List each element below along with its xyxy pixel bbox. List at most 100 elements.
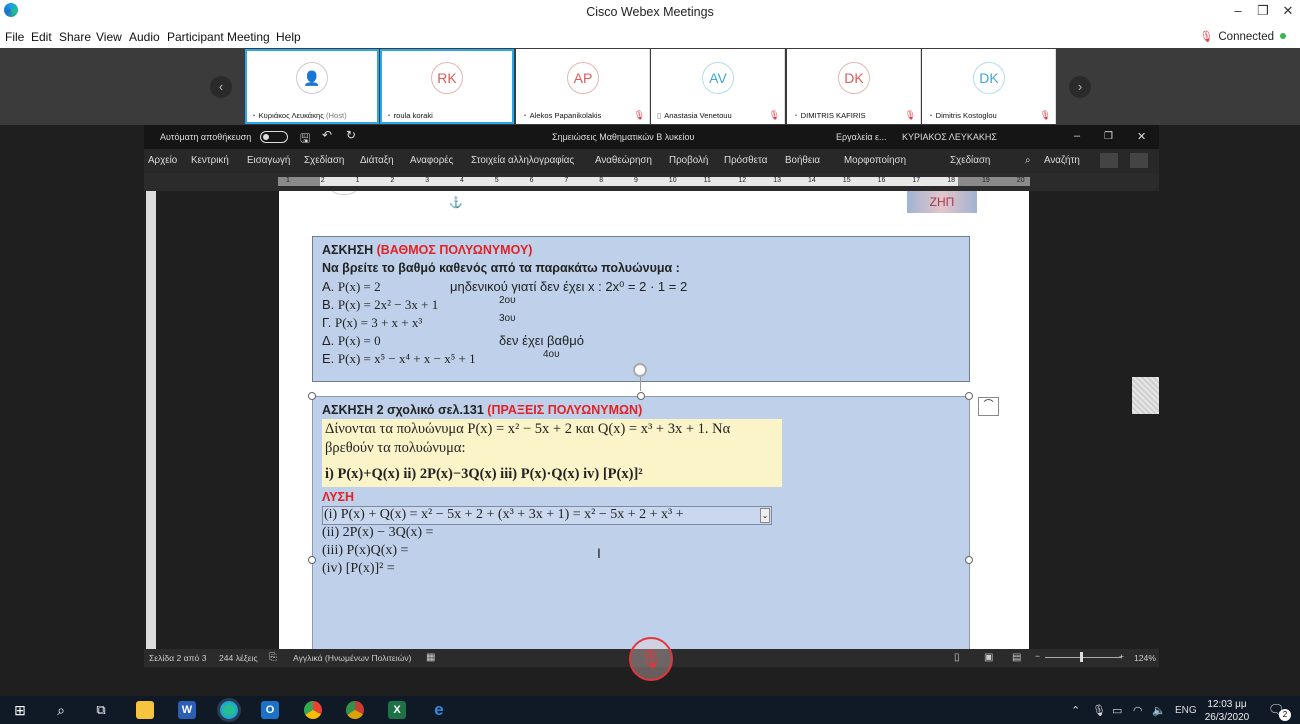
search-label[interactable]: Αναζήτη xyxy=(1044,155,1080,166)
participant-tile[interactable]: DK ◔ Dimitris Kostoglou 🎙 xyxy=(922,49,1056,124)
list-item: Α. P(x) = 2 μηδενικού γιατί δεν έχει x : … xyxy=(322,279,688,294)
participant-tile[interactable]: DK ◔ DIMITRIS KAFIRIS 🎙 xyxy=(787,49,921,124)
close-icon[interactable]: ✕ xyxy=(1137,130,1146,143)
tab-home[interactable]: Κεντρική xyxy=(191,155,229,166)
menu-share[interactable]: Share xyxy=(59,30,91,44)
tab-format[interactable]: Μορφοποίηση xyxy=(844,155,906,166)
excel-app-icon[interactable]: X xyxy=(388,701,406,719)
tab-help[interactable]: Βοήθεια xyxy=(785,155,820,166)
undo-icon[interactable]: ↶ xyxy=(322,128,332,142)
print-layout-icon[interactable]: ▣ xyxy=(984,652,993,663)
menu-audio[interactable]: Audio xyxy=(129,30,160,44)
menu-help[interactable]: Help xyxy=(276,30,301,44)
language-indicator[interactable]: Αγγλικά (Ηνωμένων Πολιτειών) xyxy=(293,653,412,663)
comments-icon[interactable] xyxy=(1130,153,1148,168)
menu-view[interactable]: View xyxy=(96,30,122,44)
macro-icon[interactable]: ▦ xyxy=(426,652,435,663)
tasks-line: i) P(x)+Q(x) ii) 2P(x)−3Q(x) iii) P(x)·Q… xyxy=(325,466,643,482)
search-icon[interactable]: ⌕ xyxy=(1025,155,1031,166)
file-explorer-icon[interactable] xyxy=(136,701,154,719)
solution-line-1[interactable]: (i) P(x) + Q(x) = x² − 5x + 2 + (x³ + 3x… xyxy=(324,507,684,523)
read-mode-icon[interactable]: ▯ xyxy=(954,652,960,663)
close-icon[interactable]: ✕ xyxy=(1278,3,1298,19)
outlook-app-icon[interactable]: O xyxy=(261,701,279,719)
participant-tile[interactable]: RK ◔ roula koraki xyxy=(380,49,514,124)
tab-mailings[interactable]: Στοιχεία αλληλογραφίας xyxy=(471,155,574,166)
language-indicator[interactable]: ENG xyxy=(1175,705,1197,716)
wifi-icon[interactable]: ◠ xyxy=(1133,704,1143,717)
connection-status[interactable]: 🎙 Connected xyxy=(1199,30,1286,43)
tab-design[interactable]: Σχεδίαση xyxy=(304,155,344,166)
tab-insert[interactable]: Εισαγωγή xyxy=(247,155,290,166)
exercise2-box[interactable]: ΑΣΚΗΣΗ 2 σχολικό σελ.131 (ΠΡΑΞΕΙΣ ΠΟΛΥΩΝ… xyxy=(312,396,970,649)
layout-options-icon[interactable]: ⌒ xyxy=(978,397,999,416)
menu-participant[interactable]: Participant xyxy=(167,30,224,44)
prev-participants-button[interactable]: ‹ xyxy=(210,76,232,98)
participant-tile[interactable]: AV ▯ Anastasia Venetouu 🎙 xyxy=(651,49,785,124)
tab-addins[interactable]: Πρόσθετα xyxy=(724,155,767,166)
vertical-ruler[interactable] xyxy=(146,191,156,649)
windows-start-icon[interactable]: ⊞ xyxy=(11,701,29,719)
word-count[interactable]: 244 λέξεις xyxy=(219,653,258,663)
menu-file[interactable]: File xyxy=(5,30,24,44)
restore-icon[interactable]: ❐ xyxy=(1104,131,1113,142)
tools-tab[interactable]: Εργαλεία ε... xyxy=(836,132,887,142)
document-page[interactable]: ⚓ ΖΗΠ ΑΣΚΗΣΗ (ΒΑΘΜΟΣ ΠΟΛΥΩΝΥΜΟΥ) Να βρεί… xyxy=(279,191,1029,649)
minimize-icon[interactable]: – xyxy=(1074,130,1080,142)
tab-design-2[interactable]: Σχεδίαση xyxy=(950,155,990,166)
minimize-icon[interactable]: – xyxy=(1228,3,1248,18)
word-app-icon[interactable]: W xyxy=(178,701,196,719)
volume-icon[interactable]: 🔈 xyxy=(1152,704,1166,717)
participant-role: (Host) xyxy=(326,111,347,120)
rotate-handle-icon[interactable] xyxy=(633,363,647,377)
resize-handle[interactable] xyxy=(637,392,645,400)
webex-app-icon[interactable] xyxy=(220,701,238,719)
proofing-icon[interactable]: ⎘ xyxy=(269,652,277,663)
resize-handle[interactable] xyxy=(965,392,973,400)
web-layout-icon[interactable]: ▤ xyxy=(1012,652,1021,663)
exercise1-heading: ΑΣΚΗΣΗ xyxy=(322,243,374,257)
horizontal-ruler[interactable]: 1 2 1 2 3 4 5 6 7 8 9 10 11 12 13 14 15 16 17 18 19 20 xyxy=(278,177,1030,186)
menu-edit[interactable]: Edit xyxy=(31,30,52,44)
zoom-slider-thumb[interactable] xyxy=(1080,652,1083,662)
task-view-icon[interactable]: ⧉ xyxy=(92,701,110,719)
edge-app-icon[interactable]: e xyxy=(430,701,448,719)
scroll-overlay xyxy=(1132,377,1159,414)
save-icon[interactable]: 🖫 xyxy=(300,129,310,150)
ruler-number: 14 xyxy=(808,177,816,184)
page-indicator[interactable]: Σελίδα 2 από 3 xyxy=(149,653,207,663)
zoom-out-icon[interactable]: − xyxy=(1035,651,1040,661)
redo-icon[interactable]: ↻ xyxy=(346,128,356,142)
participant-tile[interactable]: 👤 ◔ Κυριάκος Λευκάκης (Host) xyxy=(245,49,379,124)
autosave-toggle[interactable] xyxy=(260,131,288,143)
tab-file[interactable]: Αρχείο xyxy=(148,155,177,166)
tab-view[interactable]: Προβολή xyxy=(669,155,708,166)
exercise1-instruction: Να βρείτε το βαθμό καθενός από τα παρακά… xyxy=(322,261,680,275)
share-icon[interactable] xyxy=(1100,153,1118,168)
chrome-app-icon[interactable] xyxy=(304,701,322,719)
speaker-icon: ◔ xyxy=(522,111,527,120)
next-participants-button[interactable]: › xyxy=(1069,76,1091,98)
menu-meeting[interactable]: Meeting xyxy=(227,30,270,44)
restore-icon[interactable]: ❐ xyxy=(1253,3,1273,19)
resize-handle[interactable] xyxy=(965,556,973,564)
zoom-slider[interactable] xyxy=(1045,657,1121,658)
battery-icon[interactable]: ▭ xyxy=(1112,704,1122,717)
clock[interactable]: 12:03 μμ 26/3/2020 xyxy=(1202,698,1252,724)
equation-options-icon[interactable]: ⌄ xyxy=(760,508,770,523)
chrome-app-icon-2[interactable] xyxy=(346,701,364,719)
participant-tile[interactable]: AP ◔ Alekos Papanikolakis 🎙 xyxy=(516,49,650,124)
page-stamp: ΖΗΠ xyxy=(907,191,977,213)
resize-handle[interactable] xyxy=(308,556,316,564)
zoom-in-icon[interactable]: + xyxy=(1119,651,1124,661)
zoom-level[interactable]: 124% xyxy=(1134,653,1156,663)
tab-layout[interactable]: Διάταξη xyxy=(360,155,394,166)
tab-references[interactable]: Αναφορές xyxy=(410,155,453,166)
chevron-up-icon[interactable]: ⌃ xyxy=(1071,704,1080,717)
microphone-icon[interactable]: 🎙 xyxy=(1092,704,1106,717)
exercise1-box[interactable]: ΑΣΚΗΣΗ (ΒΑΘΜΟΣ ΠΟΛΥΩΝΥΜΟΥ) Να βρείτε το … xyxy=(312,236,970,382)
mute-button[interactable]: 🎙 xyxy=(629,637,673,681)
resize-handle[interactable] xyxy=(308,392,316,400)
search-icon[interactable]: ⌕ xyxy=(52,701,70,719)
tab-review[interactable]: Αναθεώρηση xyxy=(595,155,652,166)
